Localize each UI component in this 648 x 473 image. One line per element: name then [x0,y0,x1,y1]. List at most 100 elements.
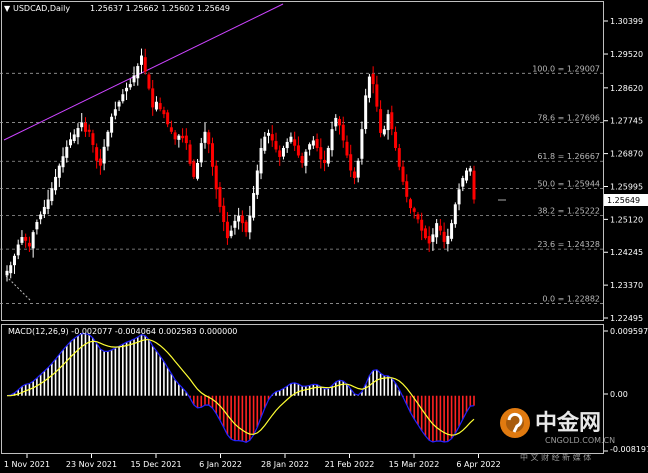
candle-body [371,74,375,85]
candle-body [330,129,334,151]
candle-body [308,144,312,150]
candle-body [222,205,226,222]
time-tick: 21 Feb 2022 [325,460,375,469]
candle-body [360,129,364,159]
fib-level-label: 61.8 = 1.26667 [537,152,600,161]
candle-body [431,234,435,242]
fib-level-label: 23.6 = 1.24328 [537,240,600,249]
candle-body [35,221,39,230]
candle-body [113,109,117,116]
macd-line [6,332,475,443]
candle-body [16,244,20,256]
chart-menu-arrow-icon[interactable]: ▼ [4,4,11,13]
time-tick: 6 Apr 2022 [456,460,500,469]
candle-body [210,143,214,167]
macd-indicator-label: MACD(12,26,9) -0.002077 -0.004064 0.0025… [8,327,237,336]
candle-body [349,154,353,171]
candle-body [184,135,188,144]
candle-body [87,129,91,132]
candle-body [83,122,87,132]
chart-window[interactable]: 100.0 = 1.29007 78.6 = 1.27696 61.8 = 1.26… [0,0,648,473]
candle-body [121,94,125,102]
candle-body [181,135,185,139]
candle-body [169,127,173,132]
candle-body [394,131,398,148]
candle-body [69,139,73,146]
candle-body [334,117,338,127]
candle-body [225,221,229,239]
candle-body [136,66,140,79]
candle-body [252,193,256,218]
candle-body [338,118,342,126]
candle-body [289,136,293,142]
candle-body [345,141,349,156]
candle-body [319,147,323,160]
candle-body [420,219,424,231]
time-tick: 28 Jan 2022 [261,460,309,469]
candle-body [293,139,297,146]
time-tick: 15 Mar 2022 [389,460,440,469]
candle-body [117,101,121,107]
candle-body [472,170,476,200]
candle-body [255,170,259,195]
candle-body [285,141,289,149]
fibonacci-retracement[interactable]: 100.0 = 1.29007 78.6 = 1.27696 61.8 = 1.26… [0,64,603,304]
candle-body [151,88,155,108]
fib-anchor-line [5,275,31,301]
fib-level-label: 50.0 = 1.25944 [537,179,600,188]
candle-body [248,215,252,233]
candle-body [461,178,465,187]
candle-body [468,168,472,172]
fib-level-label: 78.6 = 1.27696 [537,114,600,123]
candle-body [457,189,461,205]
candle-body [405,181,409,197]
candle-body [50,188,54,202]
candle-body [382,129,386,135]
candle-body [57,165,61,178]
price-tick: 1.29520 [610,50,643,59]
time-tick: 23 Nov 2021 [66,460,117,469]
candle-body [61,156,65,168]
macd-axis-low: -0.008197 [610,445,648,454]
candle-body [386,114,390,131]
candle-body [218,186,222,207]
candle-body [237,215,241,222]
candle-body [408,199,412,209]
signal-line [6,339,475,436]
candle-body [132,75,136,83]
candle-body [341,124,345,141]
candle-body [375,84,379,107]
candle-body [188,144,192,164]
time-axis: 1 Nov 2021 23 Nov 2021 15 Dec 2021 6 Jan 20… [4,454,501,469]
candle-body [125,87,129,92]
price-tick: 1.27745 [610,117,643,126]
candle-body [423,228,427,239]
macd-axis-mid: 0.00 [610,390,628,399]
candle-body [379,109,383,133]
candle-body [401,166,405,182]
watermark-site: CNGOLD.COM.CN [545,436,615,445]
candle-body [110,116,114,133]
time-tick: 6 Jan 2022 [199,460,242,469]
candle-body [177,135,181,140]
candle-body [240,215,244,224]
macd-histogram [9,333,475,443]
macd-axis-top: 0.009597 [610,327,648,336]
candle-body [263,136,267,151]
candle-body [9,265,13,274]
candle-body [296,145,300,156]
price-tick: 1.24245 [610,248,643,257]
candle-body [91,133,95,145]
candle-body [158,103,162,110]
candle-body [304,151,308,166]
fib-level-label: 38.2 = 1.25222 [537,207,600,216]
candle-body [427,236,431,244]
candle-body [311,140,315,146]
candle-body [162,110,166,115]
chart-ohlc-values: 1.25637 1.25662 1.25602 1.25649 [90,4,230,13]
candle-body [24,237,28,241]
trendline[interactable] [3,3,284,141]
candle-body [390,112,394,130]
time-tick: 15 Dec 2021 [130,460,181,469]
candle-body [326,147,330,164]
